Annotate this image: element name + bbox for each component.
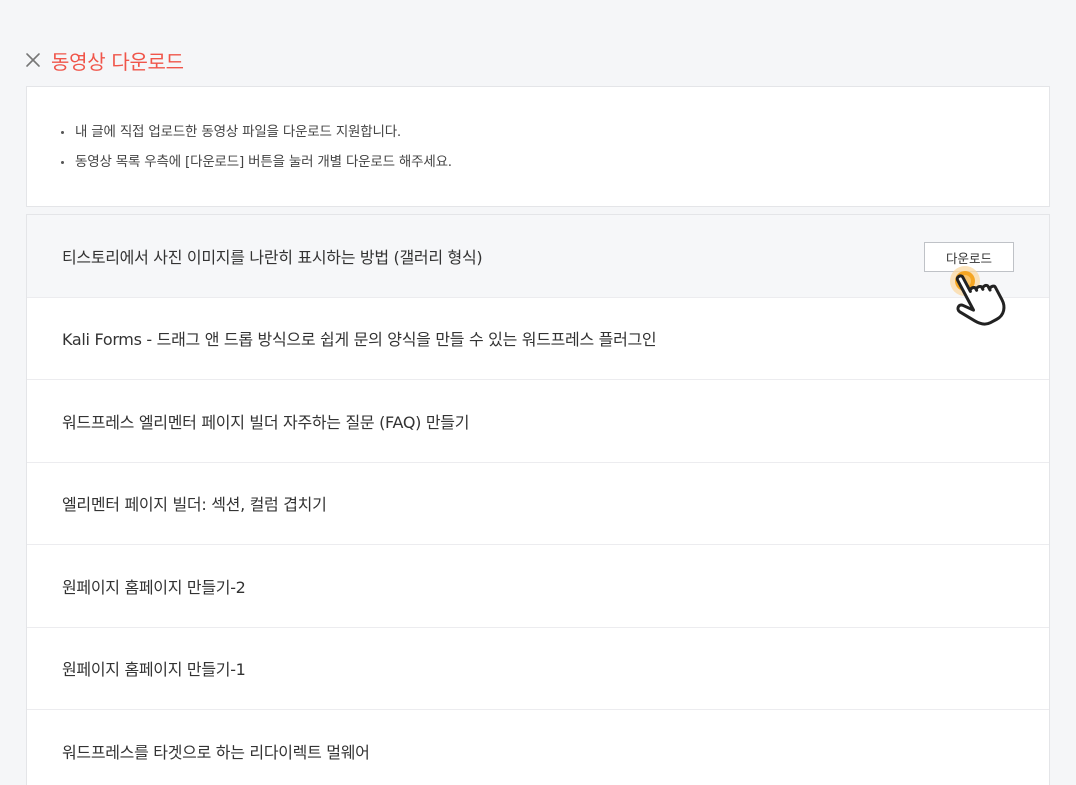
video-row[interactable]: Kali Forms - 드래그 앤 드롭 방식으로 쉽게 문의 양식을 만들 … xyxy=(27,298,1049,380)
video-title: 엘리멘터 페이지 빌더: 섹션, 컬럼 겹치기 xyxy=(62,495,327,515)
video-list: 티스토리에서 사진 이미지를 나란히 표시하는 방법 (갤러리 형식) 다운로드… xyxy=(26,214,1050,785)
video-row[interactable]: 엘리멘터 페이지 빌더: 섹션, 컬럼 겹치기 xyxy=(27,463,1049,545)
video-title: 워드프레스를 타겟으로 하는 리다이렉트 멀웨어 xyxy=(62,742,370,762)
video-row[interactable]: 티스토리에서 사진 이미지를 나란히 표시하는 방법 (갤러리 형식) 다운로드 xyxy=(27,215,1049,298)
close-icon xyxy=(26,53,40,67)
video-title: 티스토리에서 사진 이미지를 나란히 표시하는 방법 (갤러리 형식) xyxy=(62,247,483,267)
page-title: 동영상 다운로드 xyxy=(51,49,184,74)
notice-item: 내 글에 직접 업로드한 동영상 파일을 다운로드 지원합니다. xyxy=(61,117,1049,147)
video-title: 원페이지 홈페이지 만들기-1 xyxy=(62,660,246,680)
video-download-page: 동영상 다운로드 내 글에 직접 업로드한 동영상 파일을 다운로드 지원합니다… xyxy=(0,0,1076,785)
download-button[interactable]: 다운로드 xyxy=(924,242,1014,272)
notice-item: 동영상 목록 우측에 [다운로드] 버튼을 눌러 개별 다운로드 해주세요. xyxy=(61,147,1049,177)
video-row[interactable]: 원페이지 홈페이지 만들기-1 xyxy=(27,628,1049,710)
video-row[interactable]: 원페이지 홈페이지 만들기-2 xyxy=(27,545,1049,628)
notice-box: 내 글에 직접 업로드한 동영상 파일을 다운로드 지원합니다. 동영상 목록 … xyxy=(26,86,1050,207)
video-title: 워드프레스 엘리멘터 페이지 빌더 자주하는 질문 (FAQ) 만들기 xyxy=(62,412,470,432)
notice-list: 내 글에 직접 업로드한 동영상 파일을 다운로드 지원합니다. 동영상 목록 … xyxy=(27,87,1049,177)
video-row[interactable]: 워드프레스 엘리멘터 페이지 빌더 자주하는 질문 (FAQ) 만들기 xyxy=(27,380,1049,463)
close-button[interactable] xyxy=(24,51,42,69)
video-title: Kali Forms - 드래그 앤 드롭 방식으로 쉽게 문의 양식을 만들 … xyxy=(62,330,657,350)
video-row[interactable]: 워드프레스를 타겟으로 하는 리다이렉트 멀웨어 xyxy=(27,710,1049,785)
video-title: 원페이지 홈페이지 만들기-2 xyxy=(62,577,246,597)
header: 동영상 다운로드 xyxy=(24,44,184,76)
